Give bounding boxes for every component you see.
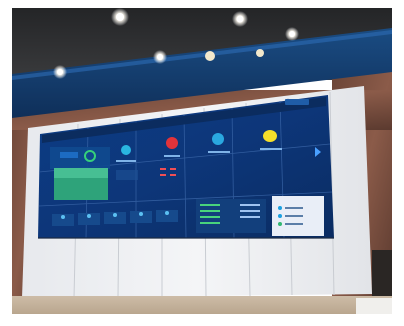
tile-label-3 [208, 151, 230, 153]
tile-label-4 [260, 148, 282, 150]
bottom-table [196, 199, 266, 233]
tile-label-2 [164, 155, 180, 157]
tile-rows-1 [116, 170, 138, 180]
floor [12, 296, 392, 314]
tile-icon-1 [121, 145, 131, 155]
ceiling-light [236, 15, 244, 23]
ceiling-light [205, 51, 215, 61]
tile-label-1 [116, 160, 136, 162]
photo-scene [0, 0, 404, 326]
ceiling-light [157, 54, 163, 60]
tile-icon-4 [263, 130, 277, 142]
ceiling-light [116, 13, 124, 21]
left-bar-icon [60, 152, 78, 158]
left-top-card [50, 147, 110, 169]
ceiling-light [256, 49, 264, 57]
ceiling-light [289, 31, 295, 37]
tile-icon-3 [212, 133, 224, 145]
tile-icon-2 [166, 137, 178, 149]
left-green-card-highlight [54, 168, 108, 178]
bench-right [356, 298, 392, 314]
header-right-button [285, 99, 309, 105]
ceiling-light [57, 69, 63, 75]
dark-object-right [372, 250, 392, 296]
